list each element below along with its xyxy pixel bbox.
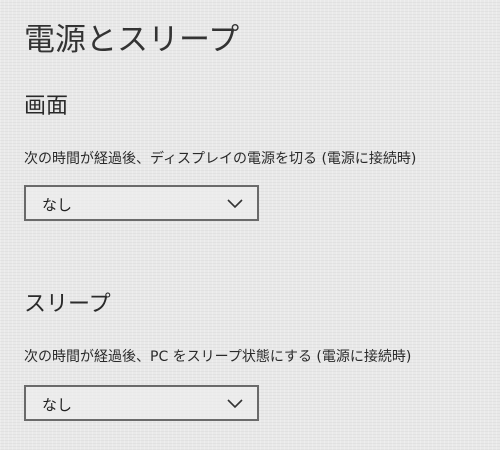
screen-timeout-dropdown[interactable]: なし: [24, 185, 259, 221]
sleep-timeout-dropdown[interactable]: なし: [24, 385, 259, 421]
power-sleep-settings-page: 電源とスリープ 画面 次の時間が経過後、ディスプレイの電源を切る (電源に接続時…: [0, 0, 500, 450]
chevron-down-icon: [227, 199, 243, 209]
chevron-down-icon: [227, 399, 243, 409]
sleep-section-heading: スリープ: [24, 292, 111, 317]
sleep-timeout-value: なし: [42, 396, 73, 414]
screen-section-heading: 画面: [24, 94, 69, 119]
screen-timeout-value: なし: [42, 196, 73, 214]
page-title: 電源とスリープ: [24, 22, 240, 58]
screen-timeout-label: 次の時間が経過後、ディスプレイの電源を切る (電源に接続時): [24, 151, 417, 167]
sleep-timeout-label: 次の時間が経過後、PC をスリープ状態にする (電源に接続時): [24, 349, 412, 365]
